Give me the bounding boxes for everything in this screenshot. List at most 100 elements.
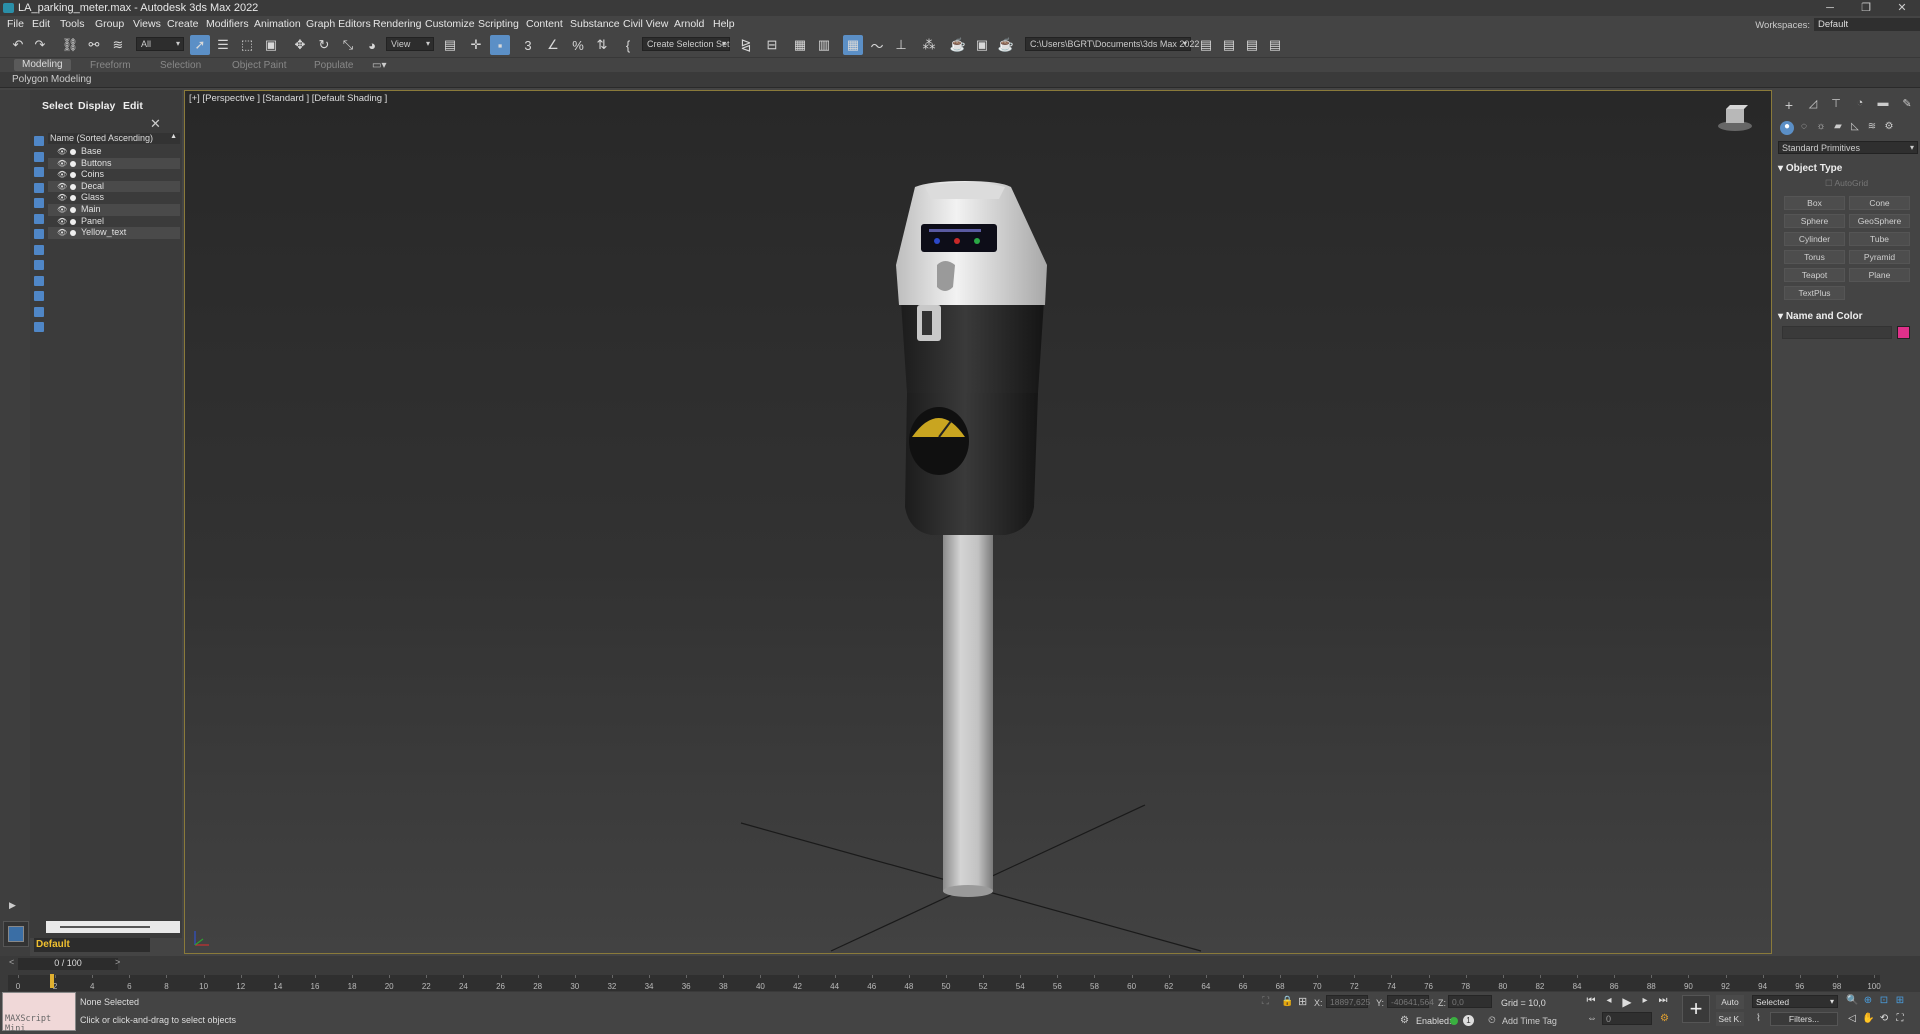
maximize-button[interactable]: ❐ — [1852, 0, 1880, 16]
menu-edit[interactable]: Edit — [32, 18, 50, 30]
render-production-icon[interactable]: ☕ — [996, 35, 1016, 55]
eye-icon[interactable]: 👁 — [57, 193, 67, 202]
filter-hidden-icon[interactable] — [34, 306, 44, 317]
teapot-button[interactable]: Teapot — [1784, 268, 1845, 282]
systems-category-icon[interactable]: ⚙ — [1882, 121, 1896, 135]
menu-arnold[interactable]: Arnold — [674, 18, 704, 30]
eye-icon[interactable]: 👁 — [57, 182, 67, 191]
go-to-end-icon[interactable]: ⏭ — [1656, 995, 1670, 1008]
close-icon[interactable]: ✕ — [150, 116, 161, 132]
menu-views[interactable]: Views — [133, 18, 161, 30]
filter-xrefs-icon[interactable] — [34, 244, 44, 255]
freeze-icon[interactable] — [70, 207, 76, 213]
menu-customize[interactable]: Customize — [425, 18, 475, 30]
zoom-extents-icon[interactable]: ⊡ — [1878, 995, 1890, 1007]
filter-shapes-icon[interactable] — [34, 151, 44, 162]
freeze-icon[interactable] — [70, 149, 76, 155]
lights-category-icon[interactable]: ☼ — [1814, 121, 1828, 135]
space-warps-category-icon[interactable]: ≋ — [1865, 121, 1879, 135]
key-filters-button[interactable]: Filters... — [1770, 1012, 1838, 1026]
geosphere-button[interactable]: GeoSphere — [1849, 214, 1910, 228]
previous-frame-icon[interactable]: ◂ — [1602, 995, 1616, 1008]
freeze-icon[interactable] — [70, 183, 76, 190]
object-name-field[interactable] — [1782, 326, 1892, 339]
eye-icon[interactable]: 👁 — [57, 205, 67, 214]
filter-frozen-icon[interactable] — [34, 291, 44, 301]
project-folder-dropdown[interactable]: C:\Users\BGRT\Documents\3ds Max 2022 ▾ — [1025, 37, 1199, 51]
key-mode-toggle-icon[interactable]: ⇔ — [1587, 1013, 1597, 1024]
cone-button[interactable]: Cone — [1849, 196, 1910, 210]
y-coord-field[interactable]: -40641,564 — [1387, 995, 1434, 1008]
set-key-button[interactable]: Set K. — [1716, 1012, 1744, 1026]
filter-containers-icon[interactable] — [34, 275, 44, 286]
filter-bones-icon[interactable] — [34, 260, 44, 270]
toggle-ribbon-icon[interactable]: ▦ — [843, 35, 863, 55]
play-icon[interactable]: ▶ — [1620, 995, 1634, 1009]
explorer-horizontal-scrollbar[interactable] — [46, 921, 180, 933]
menu-tools[interactable]: Tools — [60, 18, 85, 30]
column-header-name[interactable]: Name (Sorted Ascending) ▲ — [48, 133, 180, 144]
reference-coordinate-dropdown[interactable]: View ▾ — [386, 37, 434, 51]
list-item[interactable]: 👁 Base — [48, 146, 180, 158]
menu-substance[interactable]: Substance — [570, 18, 620, 30]
ribbon-tab-object-paint[interactable]: Object Paint — [232, 60, 286, 71]
display-tab-icon[interactable]: ▬ — [1876, 97, 1890, 111]
maximize-viewport-icon[interactable]: ⛶ — [1894, 1013, 1906, 1025]
freeze-icon[interactable] — [70, 172, 76, 179]
spinner-snap-icon[interactable]: ⇅ — [592, 35, 612, 55]
menu-group[interactable]: Group — [95, 18, 124, 30]
hierarchy-tab-icon[interactable]: ⊤ — [1829, 97, 1843, 111]
x-coord-field[interactable]: 18897,625 — [1326, 995, 1370, 1008]
filter-cameras-icon[interactable] — [34, 182, 44, 193]
place-icon[interactable]: ◕ — [362, 35, 382, 55]
perspective-viewport[interactable]: [+] [Perspective ] [Standard ] [Default … — [184, 90, 1772, 954]
select-manipulate-icon[interactable]: ✛ — [466, 35, 486, 55]
list-item[interactable]: 👁 Coins — [48, 169, 180, 181]
align-icon[interactable]: ⊟ — [762, 35, 782, 55]
select-by-name-icon[interactable]: ☰ — [213, 35, 233, 55]
sphere-button[interactable]: Sphere — [1784, 214, 1845, 228]
layer-explorer-icon[interactable]: ▥ — [814, 35, 834, 55]
move-icon[interactable]: ✥ — [290, 35, 310, 55]
rollout-name-and-color[interactable]: ▾ Name and Color — [1778, 311, 1918, 322]
scale-icon[interactable]: ⤡ — [338, 35, 358, 55]
enabled-status-icon[interactable] — [1450, 1017, 1458, 1025]
menu-modifiers[interactable]: Modifiers — [206, 18, 249, 30]
filter-helpers-icon[interactable] — [34, 198, 44, 208]
menu-rendering[interactable]: Rendering — [373, 18, 421, 30]
current-frame-marker[interactable] — [50, 974, 54, 988]
project-folder-icon[interactable]: ▤ — [1242, 35, 1262, 55]
time-slider[interactable]: 0 / 100 — [18, 958, 118, 970]
selection-filter-dropdown[interactable]: All ▾ — [136, 37, 184, 51]
menu-content[interactable]: Content — [526, 18, 563, 30]
rollout-object-type[interactable]: ▾ Object Type — [1778, 163, 1918, 174]
field-of-view-icon[interactable]: ◁ — [1846, 1013, 1858, 1025]
bind-space-warp-icon[interactable]: ≋ — [108, 35, 128, 55]
rotate-icon[interactable]: ↻ — [314, 35, 334, 55]
tube-button[interactable]: Tube — [1849, 232, 1910, 246]
rendered-frame-window-icon[interactable]: ▣ — [972, 35, 992, 55]
list-item[interactable]: 👁 Panel — [48, 216, 180, 228]
go-to-start-icon[interactable]: ⏮ — [1584, 995, 1598, 1008]
freeze-icon[interactable] — [70, 160, 76, 167]
zoom-extents-all-icon[interactable]: ⊞ — [1894, 995, 1906, 1007]
layer-explorer-icon[interactable] — [3, 921, 29, 947]
pyramid-button[interactable]: Pyramid — [1849, 250, 1910, 264]
list-item[interactable]: 👁 Yellow_text — [48, 227, 180, 239]
info-icon[interactable]: 1 — [1463, 1015, 1474, 1026]
ribbon-tab-modeling[interactable]: Modeling — [14, 59, 71, 71]
menu-help[interactable]: Help — [713, 18, 735, 30]
autogrid-checkbox[interactable]: ☐ AutoGrid — [1825, 178, 1868, 189]
list-item[interactable]: 👁 Main — [48, 204, 180, 216]
list-item[interactable]: 👁 Decal — [48, 180, 180, 193]
menu-scripting[interactable]: Scripting — [478, 18, 519, 30]
menu-civil-view[interactable]: Civil View — [623, 18, 668, 30]
render-setup-icon[interactable]: ☕ — [948, 35, 968, 55]
list-item[interactable]: 👁 Buttons — [48, 157, 180, 170]
motion-tab-icon[interactable]: ◔ — [1853, 97, 1867, 111]
scene-explorer-toggle-icon[interactable]: ▦ — [790, 35, 810, 55]
list-item[interactable]: 👁 Glass — [48, 192, 180, 204]
pivot-center-icon[interactable]: ▤ — [440, 35, 460, 55]
current-layer-field[interactable]: Default — [34, 938, 150, 952]
project-new-icon[interactable]: ▤ — [1219, 35, 1239, 55]
